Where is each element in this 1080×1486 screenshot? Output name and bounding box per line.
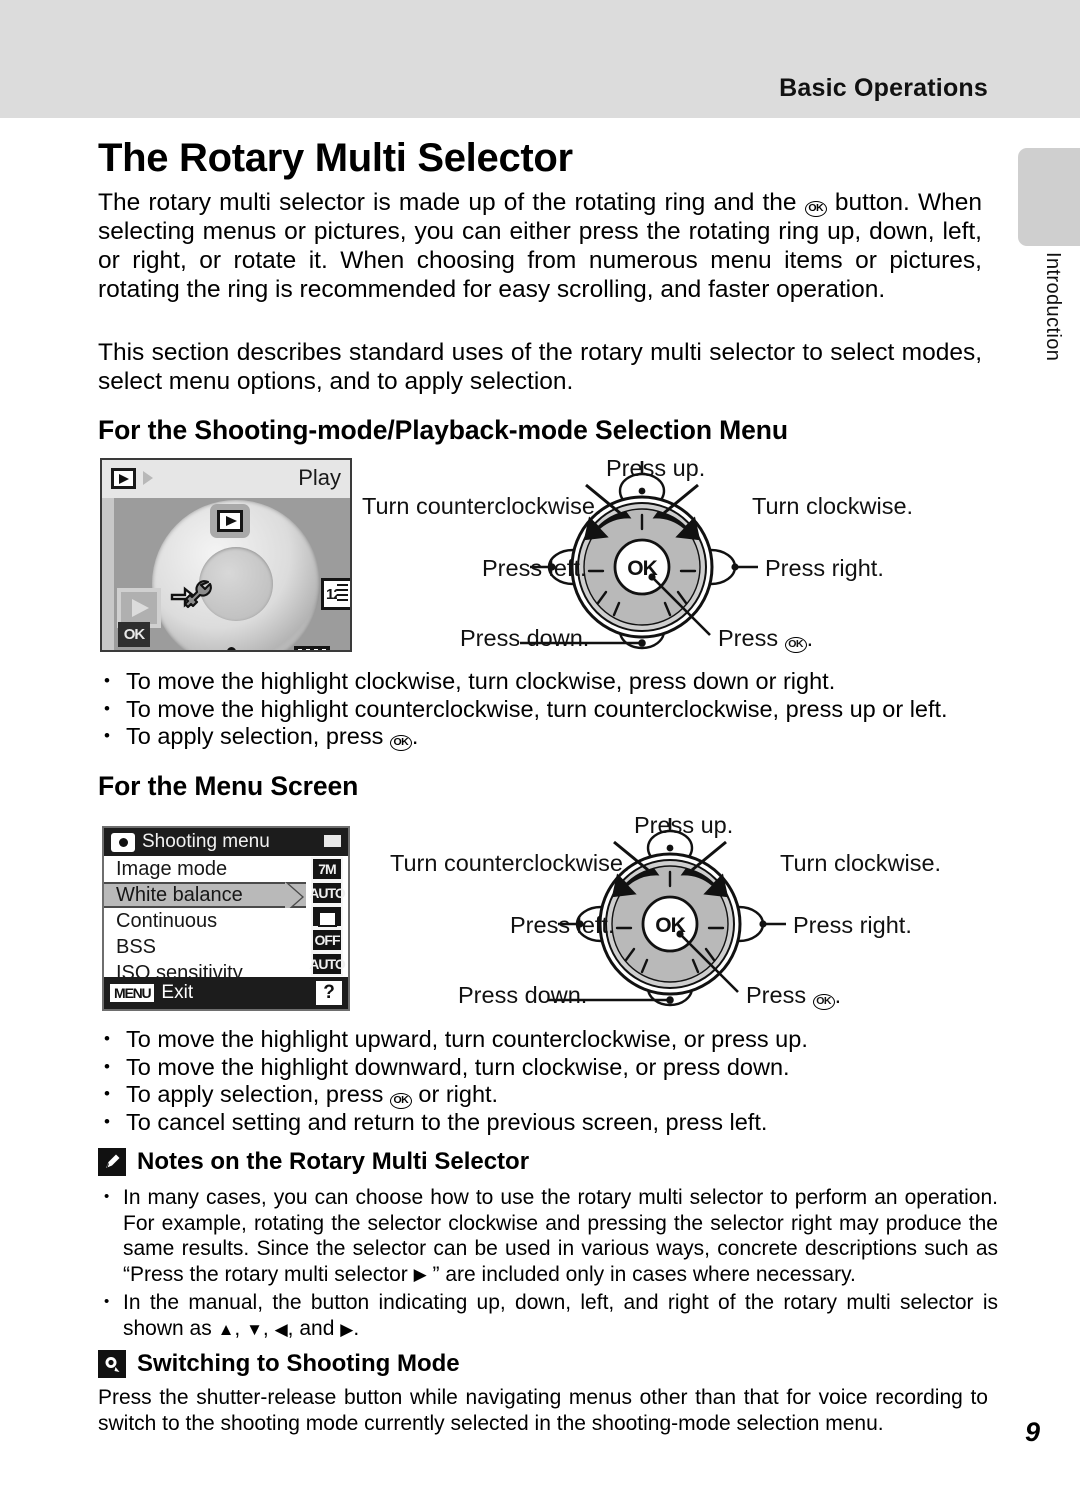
list-item: To move the highlight counterclockwise, … (98, 695, 998, 724)
label-press-ok-1-period: . (806, 625, 814, 651)
intro-paragraph-2: This section describes standard uses of … (98, 339, 982, 395)
side-tab (1018, 148, 1080, 246)
camera-note-icon (98, 1350, 126, 1378)
shooting-menu-titlebar: Shooting menu (104, 828, 348, 856)
label-press-ok-1-text: Press (718, 625, 779, 651)
list-item: In the manual, the button indicating up,… (98, 1289, 998, 1342)
label-turn-cw-1: Turn clockwise. (752, 493, 914, 519)
pencil-icon (98, 1148, 126, 1176)
notes-heading-text: Notes on the Rotary Multi Selector (137, 1148, 530, 1175)
value-badge-bss: OFF (311, 928, 343, 953)
value-badge-continuous (311, 904, 343, 929)
list-item-suffix: or right. (418, 1081, 499, 1107)
switching-heading: Switching to Shooting Mode (98, 1350, 460, 1378)
sep: , and (287, 1316, 335, 1340)
section-heading-selection-menu: For the Shooting-mode/Playback-mode Sele… (98, 415, 788, 445)
ok-button-icon: OK (784, 637, 807, 653)
sep: . (353, 1316, 360, 1340)
selection-menu-bullet-list: To move the highlight clockwise, turn cl… (98, 667, 998, 751)
list-item-text: To apply selection, press (126, 1081, 384, 1107)
label-press-down-1: Press down. (460, 625, 590, 651)
ok-badge-icon: OK (118, 622, 150, 647)
label-press-up-2: Press up. (634, 812, 734, 838)
ok-button-icon: OK (389, 735, 412, 751)
triangle-right-icon: ▶ (340, 1319, 354, 1339)
list-item-text: To apply selection, press (126, 723, 384, 749)
camera-icon (111, 832, 135, 852)
label-press-right-1: Press right. (765, 555, 884, 581)
label-turn-ccw-1: Turn counterclockwise. (362, 493, 602, 519)
label-press-ok-1: Press OK. (718, 625, 813, 653)
sep: , (262, 1316, 269, 1340)
help-icon[interactable]: ? (316, 981, 342, 1005)
list-item: To move the highlight upward, turn count… (98, 1025, 998, 1054)
value-badge-white-balance: AUTO (309, 880, 346, 905)
dial-date-icon: DATE (294, 646, 330, 650)
triangle-up-icon: ▲ (217, 1319, 235, 1339)
label-press-left-2: Press left. (510, 912, 615, 938)
battery-icon (324, 835, 341, 847)
chevron-right-icon (143, 471, 153, 485)
list-item: To apply selection, press OK. (98, 722, 998, 751)
ok-button-icon: OK (812, 994, 835, 1010)
list-item: To move the highlight clockwise, turn cl… (98, 667, 998, 696)
notes-bullet-1-tail: ” are included only in cases where neces… (432, 1262, 856, 1286)
sep: , (234, 1316, 241, 1340)
section-heading-menu-screen: For the Menu Screen (98, 771, 359, 801)
menu-row-label: BSS (116, 935, 157, 958)
triangle-down-icon: ▼ (246, 1319, 263, 1339)
list-item: In many cases, you can choose how to use… (98, 1184, 998, 1287)
play-mode-label: Play (298, 465, 341, 490)
triangle-left-icon: ◀ (274, 1319, 288, 1339)
playback-mode-screen-illustration: Play 12 OK (100, 458, 352, 652)
shooting-menu-value-icons: 7M AUTO OFF AUTO (306, 856, 348, 977)
list-item: To cancel setting and return to the prev… (98, 1108, 998, 1137)
label-turn-ccw-2: Turn counterclockwise. (390, 850, 630, 876)
screen-body: 12 DATE OK (114, 498, 350, 650)
triangle-right-icon: ▶ (413, 1264, 427, 1284)
menu-row-label: White balance (116, 883, 243, 906)
shooting-menu-bottombar: MENU Exit ? (104, 977, 348, 1009)
label-press-right-2: Press right. (793, 912, 912, 938)
switching-body: Press the shutter-release button while n… (98, 1386, 988, 1435)
label-press-ok-2: Press OK. (746, 982, 841, 1010)
play-mode-icon (111, 468, 136, 489)
dial-voice-playback-icon (219, 646, 265, 650)
shooting-menu-screen-illustration: Shooting menu Image mode White balance C… (102, 826, 350, 1011)
intro-paragraph-1: The rotary multi selector is made up of … (98, 188, 982, 304)
manual-page: Basic Operations Introduction The Rotary… (0, 0, 1080, 1486)
exit-label: Exit (161, 982, 194, 1003)
page-number: 9 (1024, 1417, 1040, 1447)
switching-heading-text: Switching to Shooting Mode (137, 1350, 460, 1377)
side-tab-label: Introduction (1042, 252, 1064, 362)
menu-button-chip[interactable]: MENU (110, 984, 155, 1002)
label-press-ok-2-period: . (834, 982, 842, 1008)
shooting-menu-title: Shooting menu (142, 831, 270, 852)
rotary-selector-diagram-1: OK Press up. Turn counterclockwise. Turn… (362, 455, 982, 660)
intro-paragraph-1-part-a: The rotary multi selector is made up of … (98, 189, 797, 216)
label-press-ok-2-text: Press (746, 982, 807, 1008)
label-press-left-1: Press left. (482, 555, 587, 581)
notes-bullet-list: In many cases, you can choose how to use… (98, 1184, 998, 1345)
menu-row-label: Continuous (116, 909, 218, 932)
value-badge-iso: AUTO (309, 952, 346, 976)
label-turn-cw-2: Turn clockwise. (780, 850, 942, 876)
label-press-down-2: Press down. (458, 982, 588, 1008)
menu-screen-bullet-list: To move the highlight upward, turn count… (98, 1025, 998, 1137)
rotary-selector-diagram-2: OK Press up. Turn counterclockwise. Turn… (370, 812, 982, 1017)
ok-button-icon: OK (389, 1093, 412, 1109)
menu-row-label: Image mode (116, 857, 228, 880)
dial-calendar-icon: 12 (321, 578, 350, 610)
header-title: Basic Operations (779, 74, 988, 102)
page-title: The Rotary Multi Selector (98, 136, 573, 180)
label-press-up-1: Press up. (606, 455, 706, 481)
dial-setup-wrench-icon (170, 578, 212, 619)
notes-heading: Notes on the Rotary Multi Selector (98, 1148, 529, 1176)
ok-button-icon: OK (804, 201, 827, 217)
list-item: To apply selection, press OK or right. (98, 1080, 998, 1109)
list-item-period: . (411, 723, 419, 749)
dial-play-icon (210, 504, 250, 538)
value-badge-image-mode: 7M (311, 857, 343, 881)
list-item: To move the highlight downward, turn clo… (98, 1053, 998, 1082)
